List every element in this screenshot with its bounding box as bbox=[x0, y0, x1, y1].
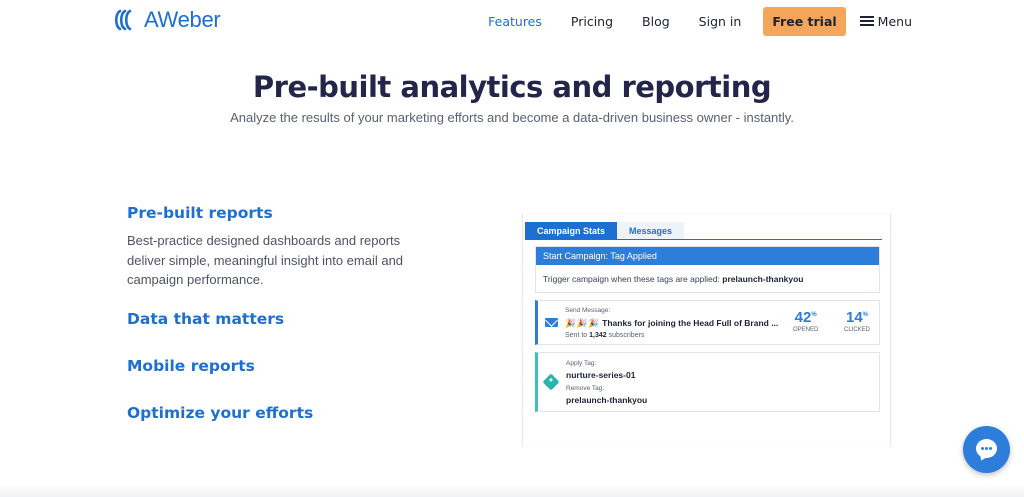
chat-icon bbox=[976, 439, 997, 458]
free-trial-button[interactable]: Free trial bbox=[763, 6, 846, 36]
menu-label: Menu bbox=[877, 13, 912, 29]
feature-title-optimize-your-efforts[interactable]: Optimize your efforts bbox=[127, 404, 313, 422]
trigger-tag: prelaunch-thankyou bbox=[722, 274, 804, 284]
remove-tag-value: prelaunch-thankyou bbox=[566, 395, 648, 405]
tab-messages[interactable]: Messages bbox=[617, 222, 685, 239]
logo[interactable]: AWeber bbox=[114, 7, 221, 33]
message-subject: 🎉🎉🎉 Thanks for joining the Head Full of … bbox=[565, 318, 778, 329]
sent-number: 1,342 bbox=[589, 332, 607, 339]
campaign-stats-panel: Campaign Stats Messages Start Campaign: … bbox=[522, 214, 891, 446]
sent-count: Sent to 1,342 subscribers bbox=[565, 332, 644, 339]
send-message-card[interactable]: Send Message: 🎉🎉🎉 Thanks for joining the… bbox=[535, 300, 880, 345]
start-campaign-header: Start Campaign: Tag Applied bbox=[536, 247, 879, 265]
nav-pricing-link[interactable]: Pricing bbox=[571, 14, 613, 29]
sent-prefix: Sent to bbox=[565, 332, 588, 339]
chat-button[interactable] bbox=[963, 426, 1010, 473]
apply-tag-card[interactable]: Apply Tag: nurture-series-01 Remove Tag:… bbox=[535, 352, 880, 412]
page-title: Pre-built analytics and reporting bbox=[252, 70, 772, 104]
tag-icon bbox=[542, 373, 560, 391]
nav-blog-link[interactable]: Blog bbox=[642, 14, 670, 29]
opened-stat: 42% OPENED bbox=[793, 309, 818, 333]
page-subtitle: Analyze the results of your marketing ef… bbox=[230, 110, 794, 125]
tab-underline bbox=[525, 239, 882, 240]
apply-tag-value: nurture-series-01 bbox=[566, 370, 636, 380]
nav-sign-in-link[interactable]: Sign in bbox=[699, 14, 742, 29]
opened-percent: % bbox=[811, 312, 817, 318]
clicked-percent: % bbox=[862, 312, 869, 318]
clicked-value: 14 bbox=[845, 309, 863, 326]
aweber-logo-icon bbox=[114, 9, 132, 31]
bottom-shade bbox=[0, 485, 1024, 497]
site-header: AWeber Features Pricing Blog Sign in Fre… bbox=[0, 0, 1024, 42]
send-message-label: Send Message: bbox=[565, 307, 611, 314]
logo-text: AWeber bbox=[144, 7, 221, 32]
tab-campaign-stats[interactable]: Campaign Stats bbox=[525, 222, 618, 239]
feature-description: Best-practice designed dashboards and re… bbox=[127, 233, 404, 287]
clicked-stat: 14% CLICKED bbox=[844, 309, 870, 333]
feature-title-mobile-reports[interactable]: Mobile reports bbox=[127, 357, 255, 375]
trigger-text: Trigger campaign when these tags are app… bbox=[536, 265, 879, 293]
feature-item-pre-built-reports: Pre-built reports Best-practice designed… bbox=[127, 204, 427, 290]
feature-title-data-that-matters[interactable]: Data that matters bbox=[127, 310, 284, 328]
party-emoji: 🎉🎉🎉 bbox=[565, 318, 600, 328]
start-campaign-card[interactable]: Start Campaign: Tag Applied Trigger camp… bbox=[535, 246, 880, 293]
menu-button[interactable]: Menu bbox=[859, 13, 912, 29]
remove-tag-label: Remove Tag: bbox=[566, 385, 605, 392]
opened-label: OPENED bbox=[793, 327, 819, 333]
subject-text: Thanks for joining the Head Full of Bran… bbox=[602, 318, 779, 328]
feature-title-pre-built-reports[interactable]: Pre-built reports bbox=[127, 204, 427, 222]
trigger-label: Trigger campaign when these tags are app… bbox=[543, 274, 720, 284]
opened-value: 42 bbox=[794, 309, 812, 326]
mail-icon bbox=[545, 318, 558, 327]
panel-tabs: Campaign Stats Messages bbox=[525, 222, 685, 239]
clicked-label: CLICKED bbox=[844, 327, 871, 333]
apply-tag-label: Apply Tag: bbox=[566, 360, 597, 367]
sent-suffix: subscribers bbox=[608, 332, 645, 339]
nav-features-link[interactable]: Features bbox=[488, 14, 542, 29]
main-nav: Features Pricing Blog Sign in Free trial… bbox=[459, 6, 912, 36]
menu-icon bbox=[859, 16, 874, 26]
